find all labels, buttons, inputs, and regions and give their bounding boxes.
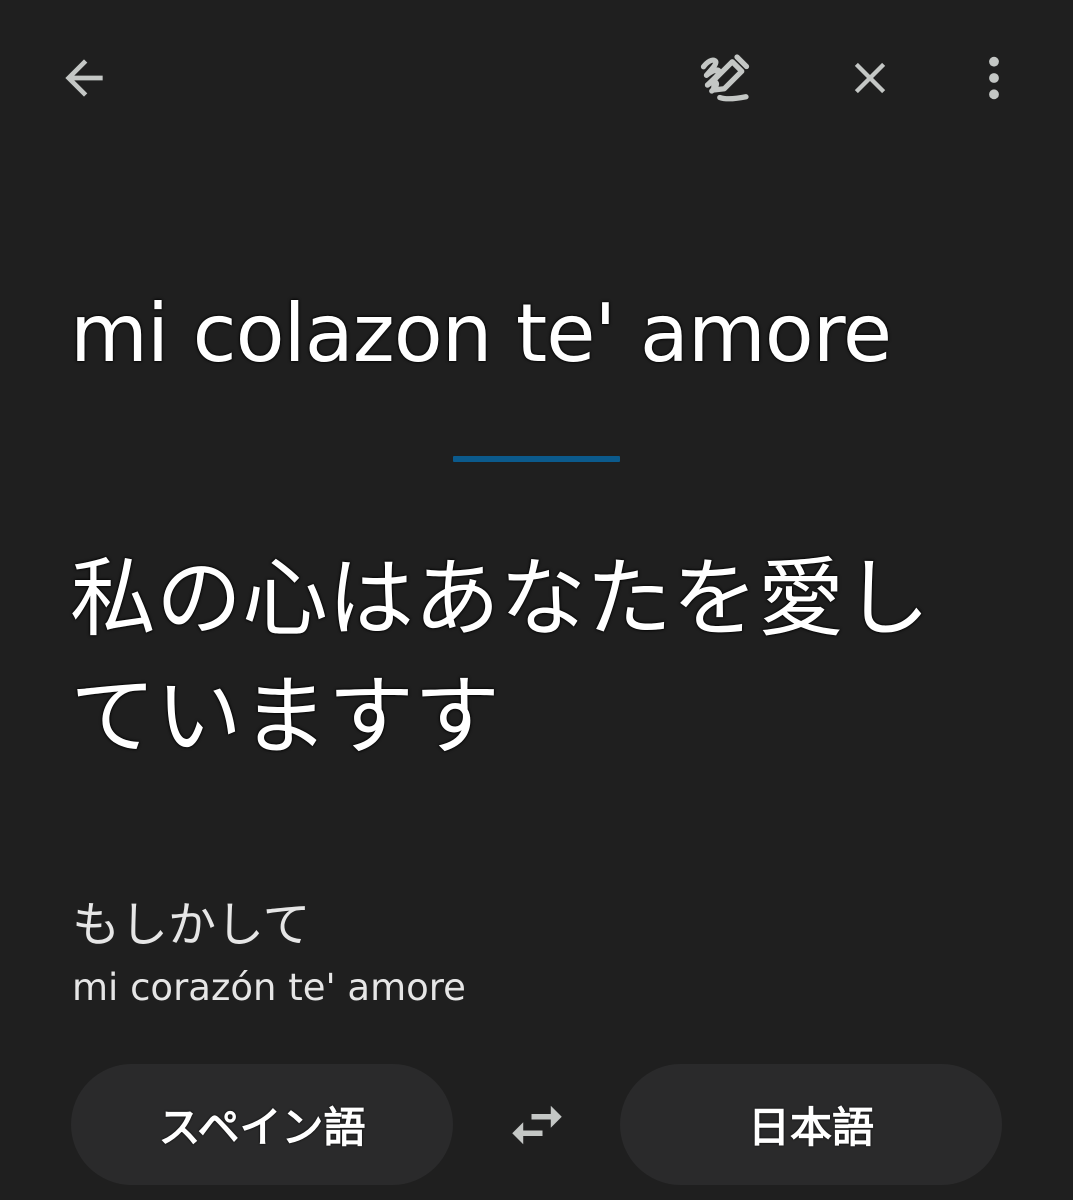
swap-horiz-icon: [512, 1105, 562, 1145]
close-icon: [854, 62, 886, 94]
more-options-button[interactable]: [946, 30, 1042, 126]
source-language-label: スペイン語: [158, 1103, 366, 1152]
handwriting-icon: [700, 54, 750, 102]
swap-languages-button[interactable]: [496, 1084, 578, 1166]
arrow-back-icon: [65, 59, 103, 97]
target-language-button[interactable]: 日本語: [620, 1064, 1002, 1185]
divider: [453, 456, 620, 462]
top-app-bar: [0, 0, 1073, 160]
translated-text: 私の心はあなたを愛していますす: [70, 549, 930, 767]
did-you-mean-suggestion[interactable]: mi corazón te' amore: [72, 962, 466, 1014]
target-language-label: 日本語: [747, 1103, 874, 1152]
source-text[interactable]: mi colazon te' amore: [70, 282, 892, 386]
did-you-mean-label: もしかして: [72, 897, 311, 953]
source-language-button[interactable]: スペイン語: [71, 1064, 453, 1185]
more-vert-icon: [989, 56, 999, 100]
back-button[interactable]: [36, 30, 132, 126]
clear-button[interactable]: [822, 30, 918, 126]
handwriting-button[interactable]: [678, 30, 774, 126]
